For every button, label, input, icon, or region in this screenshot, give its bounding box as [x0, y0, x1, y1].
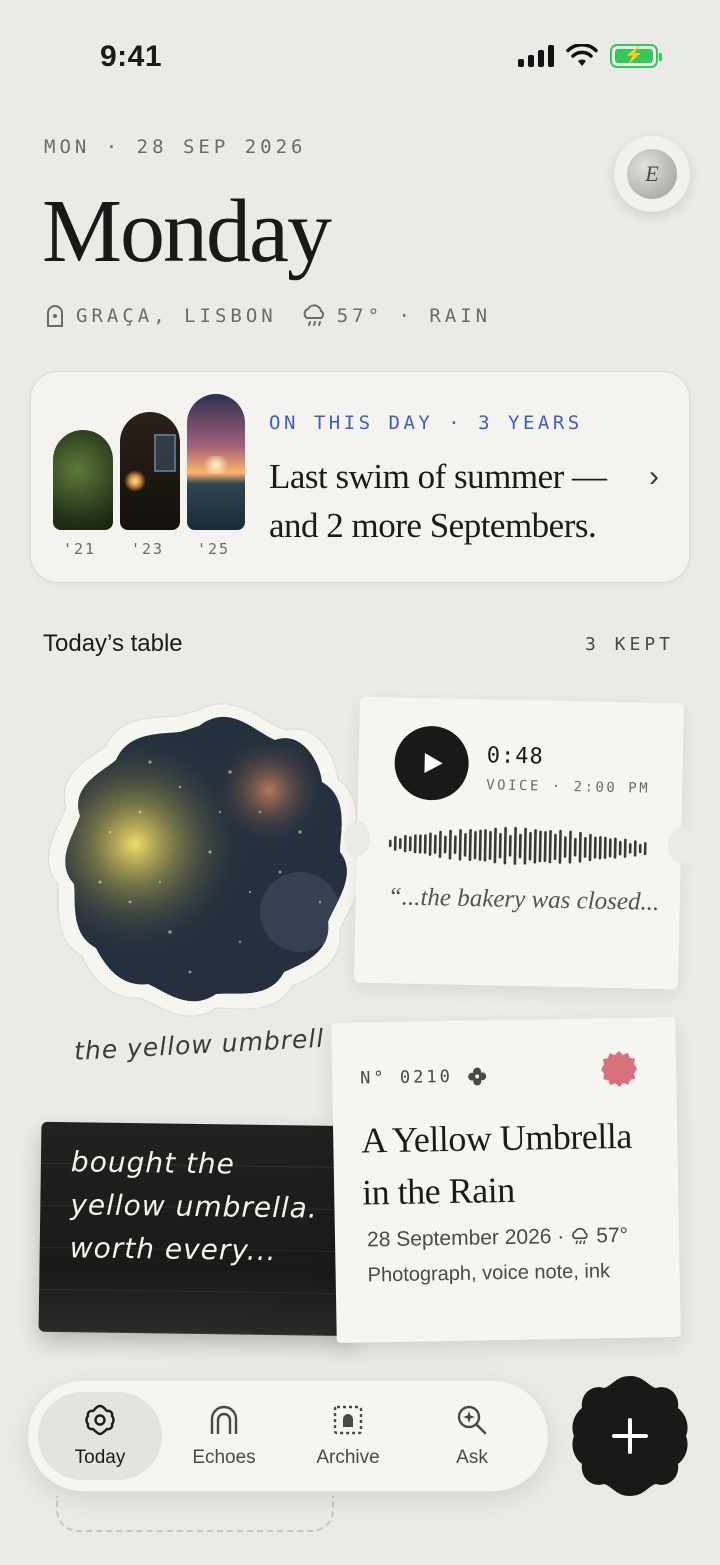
- on-this-day-text: Last swim of summer — and 2 more Septemb…: [269, 457, 607, 545]
- location-text: GRAÇA, LISBON: [76, 305, 277, 327]
- tab-today[interactable]: Today: [38, 1392, 162, 1480]
- profile-avatar[interactable]: E: [614, 136, 690, 212]
- flower-icon: [85, 1404, 115, 1436]
- date-line: MON · 28 SEP 2026: [44, 136, 307, 158]
- year-label: '25: [197, 540, 231, 558]
- year-label: '23: [131, 540, 165, 558]
- ticket-notch: [343, 820, 371, 857]
- ink-line: bought the: [70, 1145, 236, 1181]
- voice-duration: 0:48: [486, 743, 545, 770]
- ink-note-text: bought the yellow umbrella. worth every.…: [69, 1140, 318, 1272]
- clover-icon: [467, 1067, 486, 1086]
- archive-icon: [333, 1405, 363, 1435]
- arch-icon: [210, 1405, 238, 1434]
- wifi-icon: [566, 44, 598, 66]
- tab-label: Archive: [316, 1447, 380, 1468]
- entry-temp: 57°: [596, 1223, 629, 1248]
- entry-number: N° 0210: [360, 1066, 487, 1089]
- tab-label: Ask: [456, 1447, 488, 1468]
- tab-bar: Today Echoes Archive Ask: [28, 1381, 548, 1491]
- wax-seal-icon: [601, 1051, 638, 1088]
- entry-date-line: 28 September 2026 · 57°: [367, 1224, 628, 1253]
- tab-archive[interactable]: Archive: [286, 1392, 410, 1480]
- ink-line: worth every...: [69, 1231, 277, 1268]
- entry-title: A Yellow Umbrella in the Rain: [360, 1115, 633, 1213]
- memory-thumbnail-2021: [53, 430, 113, 530]
- ticket-notch: [667, 827, 695, 864]
- weather-text: 57° · RAIN: [336, 305, 492, 327]
- ink-line: yellow umbrella.: [70, 1188, 318, 1225]
- rain-cloud-icon: [572, 1227, 588, 1245]
- search-sparkle-icon: [457, 1405, 487, 1435]
- play-icon: [424, 753, 443, 774]
- location-pin-icon: [47, 305, 63, 327]
- entry-card[interactable]: N° 0210 A Yellow Umbrella in the Rain 28…: [331, 1017, 681, 1343]
- memory-thumbnail-2025: [187, 394, 245, 530]
- avatar-initial: E: [627, 149, 677, 199]
- section-title: Today’s table: [43, 630, 183, 657]
- photo-sticker[interactable]: [40, 702, 361, 1018]
- rain-cloud-icon: [303, 304, 324, 326]
- status-time: 9:41: [100, 40, 163, 73]
- tab-label: Today: [74, 1447, 126, 1468]
- play-button[interactable]: [393, 725, 470, 801]
- tab-echoes[interactable]: Echoes: [162, 1392, 286, 1480]
- tab-label: Echoes: [192, 1447, 256, 1468]
- voice-quote: “...the bakery was closed...: [387, 883, 660, 916]
- entry-date: 28 September 2026 ·: [366, 1224, 565, 1252]
- on-this-day-kicker: ON THIS DAY · 3 YEARS: [269, 412, 583, 434]
- status-icons: ⚡: [518, 44, 662, 68]
- tab-ask[interactable]: Ask: [410, 1392, 534, 1480]
- on-this-day-card[interactable]: '21 '23 '25 ON THIS DAY · 3 YEARS Last s…: [30, 371, 690, 583]
- section-count: 3 KEPT: [584, 634, 674, 655]
- tab-bar-shadow-outline: [56, 1496, 334, 1532]
- year-label: '21: [63, 540, 97, 558]
- entry-number-text: N° 0210: [360, 1066, 454, 1089]
- ink-note-card[interactable]: bought the yellow umbrella. worth every.…: [38, 1121, 358, 1337]
- chevron-right-icon: ›: [649, 460, 659, 493]
- memory-thumbnail-2023: [120, 412, 180, 530]
- waveform[interactable]: [388, 823, 648, 868]
- page-title: Monday: [42, 182, 332, 281]
- battery-icon: ⚡: [610, 44, 662, 68]
- voice-meta: VOICE · 2:00 PM: [486, 777, 651, 797]
- cellular-signal-icon: [518, 45, 554, 67]
- photo-caption: the yellow umbrell: [73, 1023, 325, 1066]
- voice-note-card[interactable]: 0:48 VOICE · 2:00 PM “...the bakery was …: [343, 696, 695, 990]
- location-weather-line: GRAÇA, LISBON 57° · RAIN: [44, 304, 491, 328]
- add-entry-button[interactable]: [568, 1374, 692, 1498]
- entry-kinds: Photograph, voice note, ink: [367, 1260, 611, 1287]
